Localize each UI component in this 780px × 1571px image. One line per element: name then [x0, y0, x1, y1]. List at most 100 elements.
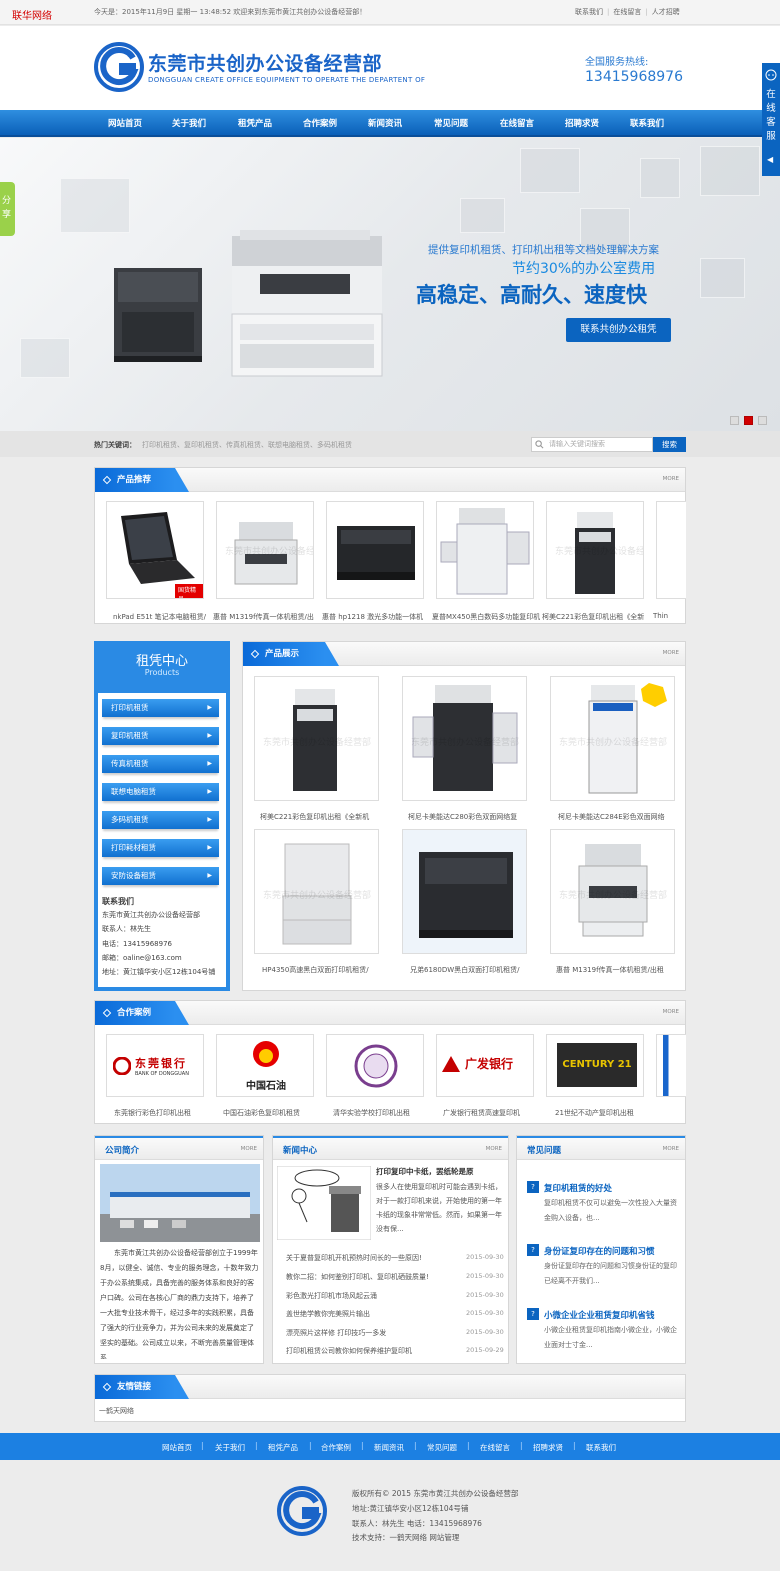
recommend-caption-5[interactable]: 柯美C221彩色复印机出租《全新	[542, 612, 650, 622]
nav-jobs[interactable]: 招聘求贤	[565, 117, 599, 129]
nav-home[interactable]: 网站首页	[108, 117, 142, 129]
recommend-thumb-2[interactable]: 东莞市共创办公设备经营部	[216, 501, 314, 599]
sidebar-item-printer[interactable]: 打印机租赁 ▶	[102, 699, 219, 717]
news-item-5[interactable]: 漂亮照片这样修 打印技巧一多发	[286, 1328, 386, 1338]
nav-news[interactable]: 新闻资讯	[368, 117, 402, 129]
diamond-icon	[102, 1382, 112, 1392]
top-links: 联系我们 | 在线留言 | 人才招聘	[575, 8, 680, 16]
sidebar-item-copier[interactable]: 复印机租赁 ▶	[102, 727, 219, 745]
product-thumb-3[interactable]: 东莞市共创办公设备经营部	[550, 676, 675, 801]
news-date-4: 2015-09-30	[466, 1309, 504, 1317]
friend-link-1[interactable]: 一鹤天网络	[99, 1406, 134, 1416]
about-more-link[interactable]: MORE	[241, 1146, 257, 1152]
recommend-thumb-1[interactable]: 国货精品	[106, 501, 204, 599]
recommend-caption-1[interactable]: nkPad E51t 笔记本电脑租赁/	[113, 612, 213, 622]
chat-icon	[765, 69, 777, 81]
sidebar-item-security[interactable]: 安防设备租赁 ▶	[102, 867, 219, 885]
news-item-6[interactable]: 打印机租赁公司教你如何保养维护复印机	[286, 1346, 412, 1356]
footer-nav-message[interactable]: 在线留言	[480, 1442, 510, 1453]
cases-more-link[interactable]: MORE	[663, 1009, 679, 1015]
recommend-thumb-4[interactable]	[436, 501, 534, 599]
products-more-link[interactable]: MORE	[663, 650, 679, 656]
banner-line-3: 高稳定、高耐久、速度快	[416, 283, 647, 307]
contact-email: 邮箱：oaline@163.com	[102, 954, 182, 962]
product-caption-1[interactable]: 柯美C221彩色复印机出租《全新机	[260, 812, 378, 822]
product-caption-4[interactable]: HP4350高速黑白双面打印机租赁/	[262, 965, 380, 975]
product-caption-3[interactable]: 柯尼卡美能达C284E彩色双面网络	[558, 812, 676, 822]
recommend-caption-3[interactable]: 惠普 hp1218 激光多功能一体机	[322, 612, 430, 622]
recommend-more-link[interactable]: MORE	[663, 476, 679, 482]
sidebar-item-fax[interactable]: 传真机租赁 ▶	[102, 755, 219, 773]
product-thumb-2[interactable]: 东莞市共创办公设备经营部	[402, 676, 527, 801]
product-thumb-6[interactable]: 东莞市共创办公设备经营部	[550, 829, 675, 954]
nav-cases[interactable]: 合作案例	[303, 117, 337, 129]
search-input[interactable]: 请输入关键词搜索	[531, 437, 653, 452]
case-caption-1[interactable]: 东莞银行彩色打印机出租	[114, 1108, 210, 1118]
banner-contact-button[interactable]: 联系共创办公租凭	[566, 318, 671, 342]
nav-products[interactable]: 租凭产品	[238, 117, 272, 129]
sidebar-item-multicode[interactable]: 多码机租赁 ▶	[102, 811, 219, 829]
products-title: 产品展示	[243, 642, 339, 666]
footer-nav-products[interactable]: 租凭产品	[268, 1442, 298, 1453]
sidebar-item-supplies[interactable]: 打印耗材租赁 ▶	[102, 839, 219, 857]
recommend-caption-2[interactable]: 惠普 M1319f传真一体机租赁/出	[213, 612, 319, 622]
search-button[interactable]: 搜索	[653, 437, 686, 452]
hot-keyword-list[interactable]: 打印机租赁、复印机租赁、传真机租赁、联想电脑租赁、多码机租赁	[142, 440, 352, 450]
nav-about[interactable]: 关于我们	[172, 117, 206, 129]
nav-contact[interactable]: 联系我们	[630, 117, 664, 129]
footer-nav-news[interactable]: 新闻资讯	[374, 1442, 404, 1453]
product-caption-6[interactable]: 惠普 M1319f传真一体机租赁/出租	[556, 965, 674, 975]
recommend-thumb-6[interactable]	[656, 501, 686, 599]
recommend-thumb-5[interactable]: 东莞市共创办公设备经营部	[546, 501, 644, 599]
question-icon: ?	[527, 1181, 539, 1193]
top-link-message[interactable]: 在线留言	[613, 8, 641, 16]
recommend-caption-4[interactable]: 夏普MX450黑白数码多功能复印机	[432, 612, 540, 622]
news-item-2[interactable]: 教你二招：如何鉴别打印机、复印机硒鼓质量!	[286, 1272, 429, 1282]
product-thumb-4[interactable]: 东莞市共创办公设备经营部	[254, 829, 379, 954]
case-logo-6[interactable]	[656, 1034, 686, 1097]
case-logo-1[interactable]: 东莞银行 BANK OF DONGGUAN	[106, 1034, 204, 1097]
case-caption-2[interactable]: 中国石油彩色复印机租赁	[223, 1108, 319, 1118]
product-caption-2[interactable]: 柯尼卡美能达C280彩色双面网络复	[408, 812, 526, 822]
hot-keyword-label: 热门关键词：	[94, 441, 136, 449]
slide-dot-3[interactable]	[758, 416, 767, 425]
slide-dot-1[interactable]	[730, 416, 739, 425]
footer-nav-faq[interactable]: 常见问题	[427, 1442, 457, 1453]
recommend-caption-6[interactable]: Thin	[653, 612, 683, 620]
product-thumb-5[interactable]	[402, 829, 527, 954]
news-more-link[interactable]: MORE	[486, 1146, 502, 1152]
footer-nav-contact[interactable]: 联系我们	[586, 1442, 616, 1453]
product-thumb-1[interactable]: 东莞市共创办公设备经营部	[254, 676, 379, 801]
recommend-thumb-3[interactable]	[326, 501, 424, 599]
case-logo-3[interactable]	[326, 1034, 424, 1097]
cgb-logo-icon	[442, 1056, 460, 1072]
news-item-3[interactable]: 彩色激光打印机市场风起云涌	[286, 1291, 377, 1301]
faq-more-link[interactable]: MORE	[663, 1146, 679, 1152]
footer-nav-home[interactable]: 网站首页	[162, 1442, 192, 1453]
diamond-icon	[102, 475, 112, 485]
case-logo-4[interactable]: 广发银行	[436, 1034, 534, 1097]
product-caption-5[interactable]: 兄弟6180DW黑白双面打印机租赁/	[410, 965, 528, 975]
recommend-title: 产品推荐	[95, 468, 189, 492]
case-caption-4[interactable]: 广发银行租赁高速复印机	[443, 1108, 539, 1118]
footer-copyright: 版权所有© 2015 东莞市黄江共创办公设备经营部	[352, 1489, 519, 1498]
news-item-1[interactable]: 关于夏普复印机开机预热时间长的一些原因!	[286, 1253, 422, 1263]
sidebar-item-lenovo[interactable]: 联想电脑租赁 ▶	[102, 783, 219, 801]
logo-g-icon[interactable]	[94, 42, 144, 92]
chevron-right-icon: ▶	[207, 788, 212, 795]
news-cartoon-image	[277, 1166, 371, 1240]
footer-nav-cases[interactable]: 合作案例	[321, 1442, 351, 1453]
news-item-4[interactable]: 盖世绝学教你完美照片输出	[286, 1309, 370, 1319]
case-caption-3[interactable]: 清华实验学校打印机出租	[333, 1108, 429, 1118]
news-headline[interactable]: 打印复印中卡纸，罢纸轮是原	[376, 1166, 504, 1177]
case-logo-5[interactable]: CENTURY 21	[546, 1034, 644, 1097]
nav-faq[interactable]: 常见问题	[434, 117, 468, 129]
footer-nav-jobs[interactable]: 招聘求贤	[533, 1442, 563, 1453]
footer-nav-about[interactable]: 关于我们	[215, 1442, 245, 1453]
case-caption-5[interactable]: 21世纪不动产复印机出租	[555, 1108, 651, 1118]
top-link-jobs[interactable]: 人才招聘	[652, 8, 680, 16]
slide-dot-2[interactable]	[744, 416, 753, 425]
case-logo-2[interactable]: 中国石油	[216, 1034, 314, 1097]
nav-message[interactable]: 在线留言	[500, 117, 534, 129]
top-link-contact[interactable]: 联系我们	[575, 8, 603, 16]
